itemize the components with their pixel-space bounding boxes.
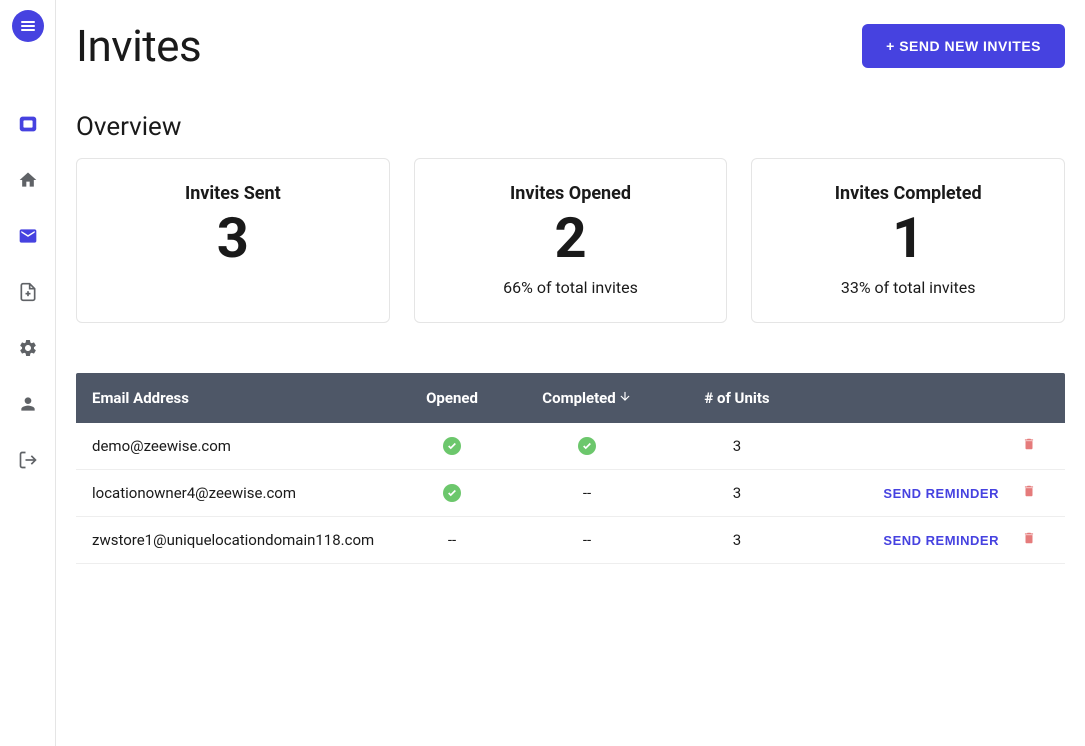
table-header-row: Email Address Opened Completed # of Unit…: [76, 373, 1065, 423]
header-completed[interactable]: Completed: [512, 389, 662, 407]
cell-action: SEND REMINDER: [812, 531, 1009, 549]
table-row: demo@zeewise.com 3: [76, 423, 1065, 470]
table-row: locationowner4@zeewise.com -- 3 SEND REM…: [76, 470, 1065, 517]
menu-button[interactable]: [12, 10, 44, 42]
cell-delete: [1009, 484, 1049, 502]
invites-table: Email Address Opened Completed # of Unit…: [76, 373, 1065, 564]
trash-icon[interactable]: [1022, 437, 1036, 451]
card-label: Invites Completed: [835, 183, 982, 204]
header-email[interactable]: Email Address: [92, 389, 392, 407]
header-opened[interactable]: Opened: [392, 389, 512, 407]
cell-email: zwstore1@uniquelocationdomain118.com: [92, 531, 392, 549]
hamburger-icon: [21, 21, 35, 31]
card-label: Invites Sent: [185, 183, 281, 204]
home-icon[interactable]: [16, 168, 40, 192]
person-icon[interactable]: [16, 392, 40, 416]
header-action: [812, 389, 1009, 407]
mail-icon[interactable]: [16, 224, 40, 248]
file-icon[interactable]: [16, 280, 40, 304]
main-content: Invites + SEND NEW INVITES Overview Invi…: [56, 0, 1085, 746]
cell-email: demo@zeewise.com: [92, 437, 392, 455]
send-new-invites-button[interactable]: + SEND NEW INVITES: [862, 24, 1065, 68]
cell-delete: [1009, 531, 1049, 549]
check-icon: [578, 437, 596, 455]
overview-heading: Overview: [76, 112, 1065, 142]
card-subtext: 33% of total invites: [841, 278, 976, 297]
cell-units: 3: [662, 437, 812, 455]
header-completed-label: Completed: [542, 389, 615, 407]
logout-icon[interactable]: [16, 448, 40, 472]
header-units[interactable]: # of Units: [662, 389, 812, 407]
dash-icon: --: [448, 531, 456, 549]
table-row: zwstore1@uniquelocationdomain118.com -- …: [76, 517, 1065, 564]
dash-icon: --: [583, 484, 591, 502]
cell-completed: --: [512, 484, 662, 502]
overview-cards: Invites Sent 3 Invites Opened 2 66% of t…: [76, 158, 1065, 323]
trash-icon[interactable]: [1022, 531, 1036, 545]
card-subtext: 66% of total invites: [503, 278, 638, 297]
page-title: Invites: [76, 20, 201, 72]
gear-icon[interactable]: [16, 336, 40, 360]
cell-units: 3: [662, 531, 812, 549]
cell-action: SEND REMINDER: [812, 484, 1009, 502]
check-icon: [443, 484, 461, 502]
logo-icon[interactable]: [16, 112, 40, 136]
card-value: 1: [892, 208, 924, 270]
check-icon: [443, 437, 461, 455]
cell-units: 3: [662, 484, 812, 502]
send-reminder-button[interactable]: SEND REMINDER: [883, 533, 999, 548]
card-invites-opened: Invites Opened 2 66% of total invites: [414, 158, 728, 323]
header-delete: [1009, 389, 1049, 407]
dash-icon: --: [583, 531, 591, 549]
cell-email: locationowner4@zeewise.com: [92, 484, 392, 502]
cell-delete: [1009, 437, 1049, 455]
send-reminder-button[interactable]: SEND REMINDER: [883, 486, 999, 501]
card-invites-sent: Invites Sent 3: [76, 158, 390, 323]
card-invites-completed: Invites Completed 1 33% of total invites: [751, 158, 1065, 323]
cell-opened: [392, 484, 512, 502]
sidebar: [0, 0, 56, 746]
cell-opened: [392, 437, 512, 455]
card-value: 3: [217, 208, 249, 270]
cell-completed: --: [512, 531, 662, 549]
page-header: Invites + SEND NEW INVITES: [76, 20, 1065, 72]
card-label: Invites Opened: [510, 183, 631, 204]
card-value: 2: [554, 208, 586, 270]
cell-completed: [512, 437, 662, 455]
sort-down-icon: [618, 389, 632, 407]
cell-opened: --: [392, 531, 512, 549]
trash-icon[interactable]: [1022, 484, 1036, 498]
